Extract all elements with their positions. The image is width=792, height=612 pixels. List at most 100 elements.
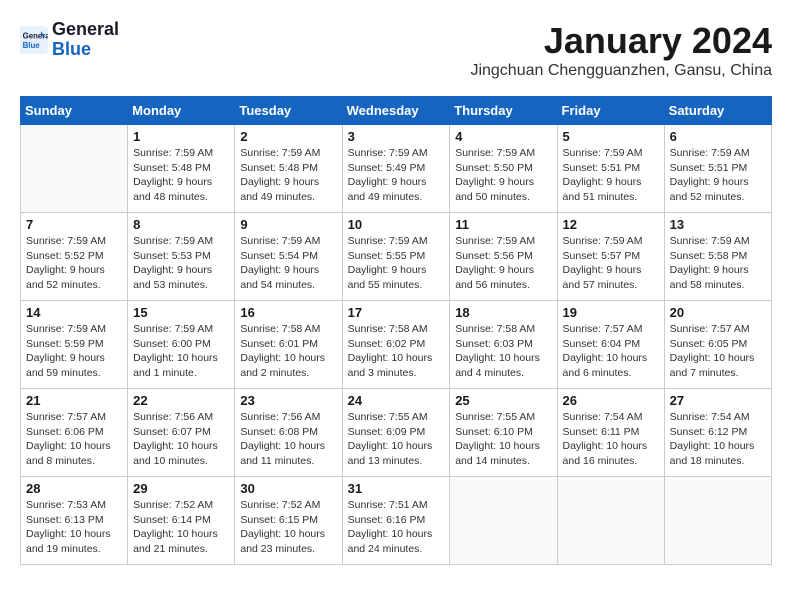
day-number: 25	[455, 393, 551, 408]
day-detail: Sunrise: 7:59 AMSunset: 5:59 PMDaylight:…	[26, 322, 122, 381]
week-row-3: 14 Sunrise: 7:59 AMSunset: 5:59 PMDayligh…	[21, 301, 772, 389]
day-detail: Sunrise: 7:59 AMSunset: 5:51 PMDaylight:…	[563, 146, 659, 205]
day-detail: Sunrise: 7:59 AMSunset: 6:00 PMDaylight:…	[133, 322, 229, 381]
day-number: 1	[133, 129, 229, 144]
calendar-cell: 30Sunrise: 7:52 AMSunset: 6:15 PMDayligh…	[235, 477, 342, 565]
day-detail: Sunrise: 7:59 AMSunset: 5:54 PMDaylight:…	[240, 234, 336, 293]
day-detail: Sunrise: 7:59 AMSunset: 5:53 PMDaylight:…	[133, 234, 229, 293]
day-number: 5	[563, 129, 659, 144]
calendar-cell: 20 Sunrise: 7:57 AMSunset: 6:05 PMDayligh…	[664, 301, 771, 389]
calendar-cell: 17Sunrise: 7:58 AMSunset: 6:02 PMDayligh…	[342, 301, 450, 389]
day-number: 23	[240, 393, 336, 408]
calendar-cell: 18Sunrise: 7:58 AMSunset: 6:03 PMDayligh…	[450, 301, 557, 389]
calendar-cell: 28 Sunrise: 7:53 AMSunset: 6:13 PMDayligh…	[21, 477, 128, 565]
day-number: 8	[133, 217, 229, 232]
logo: General Blue General Blue	[20, 20, 119, 60]
day-number: 3	[348, 129, 445, 144]
week-row-4: 21Sunrise: 7:57 AMSunset: 6:06 PMDayligh…	[21, 389, 772, 477]
weekday-header-row: SundayMondayTuesdayWednesdayThursdayFrid…	[21, 97, 772, 125]
week-row-5: 28 Sunrise: 7:53 AMSunset: 6:13 PMDayligh…	[21, 477, 772, 565]
day-detail: Sunrise: 7:54 AMSunset: 6:11 PMDaylight:…	[563, 410, 659, 469]
day-detail: Sunrise: 7:53 AMSunset: 6:13 PMDaylight:…	[26, 498, 122, 557]
calendar-cell: 31 Sunrise: 7:51 AMSunset: 6:16 PMDayligh…	[342, 477, 450, 565]
week-row-2: 7Sunrise: 7:59 AMSunset: 5:52 PMDaylight…	[21, 213, 772, 301]
day-detail: Sunrise: 7:56 AMSunset: 6:08 PMDaylight:…	[240, 410, 336, 469]
day-detail: Sunrise: 7:56 AMSunset: 6:07 PMDaylight:…	[133, 410, 229, 469]
calendar-cell: 10 Sunrise: 7:59 AMSunset: 5:55 PMDayligh…	[342, 213, 450, 301]
day-detail: Sunrise: 7:55 AMSunset: 6:09 PMDaylight:…	[348, 410, 445, 469]
calendar-cell: 14 Sunrise: 7:59 AMSunset: 5:59 PMDayligh…	[21, 301, 128, 389]
calendar-cell	[557, 477, 664, 565]
day-detail: Sunrise: 7:58 AMSunset: 6:01 PMDaylight:…	[240, 322, 336, 381]
day-number: 14	[26, 305, 122, 320]
day-number: 19	[563, 305, 659, 320]
day-detail: Sunrise: 7:59 AMSunset: 5:56 PMDaylight:…	[455, 234, 551, 293]
weekday-header-sunday: Sunday	[21, 97, 128, 125]
month-title: January 2024	[470, 20, 772, 62]
day-detail: Sunrise: 7:59 AMSunset: 5:48 PMDaylight:…	[133, 146, 229, 205]
logo-text: General Blue	[52, 20, 119, 60]
calendar-cell: 19 Sunrise: 7:57 AMSunset: 6:04 PMDayligh…	[557, 301, 664, 389]
calendar-cell: 6 Sunrise: 7:59 AMSunset: 5:51 PMDaylight…	[664, 125, 771, 213]
day-number: 26	[563, 393, 659, 408]
day-detail: Sunrise: 7:57 AMSunset: 6:05 PMDaylight:…	[670, 322, 766, 381]
calendar-cell: 23 Sunrise: 7:56 AMSunset: 6:08 PMDayligh…	[235, 389, 342, 477]
calendar-cell: 5 Sunrise: 7:59 AMSunset: 5:51 PMDaylight…	[557, 125, 664, 213]
location-title: Jingchuan Chengguanzhen, Gansu, China	[470, 62, 772, 80]
week-row-1: 1 Sunrise: 7:59 AMSunset: 5:48 PMDaylight…	[21, 125, 772, 213]
calendar-cell: 21Sunrise: 7:57 AMSunset: 6:06 PMDayligh…	[21, 389, 128, 477]
calendar-cell	[450, 477, 557, 565]
calendar-table: SundayMondayTuesdayWednesdayThursdayFrid…	[20, 96, 772, 565]
weekday-header-thursday: Thursday	[450, 97, 557, 125]
calendar-cell: 16 Sunrise: 7:58 AMSunset: 6:01 PMDayligh…	[235, 301, 342, 389]
calendar-cell: 24Sunrise: 7:55 AMSunset: 6:09 PMDayligh…	[342, 389, 450, 477]
day-detail: Sunrise: 7:54 AMSunset: 6:12 PMDaylight:…	[670, 410, 766, 469]
calendar-cell: 8 Sunrise: 7:59 AMSunset: 5:53 PMDaylight…	[128, 213, 235, 301]
calendar-cell: 1 Sunrise: 7:59 AMSunset: 5:48 PMDaylight…	[128, 125, 235, 213]
calendar-cell: 7Sunrise: 7:59 AMSunset: 5:52 PMDaylight…	[21, 213, 128, 301]
day-number: 22	[133, 393, 229, 408]
calendar-cell	[664, 477, 771, 565]
day-number: 17	[348, 305, 445, 320]
calendar-cell: 9 Sunrise: 7:59 AMSunset: 5:54 PMDaylight…	[235, 213, 342, 301]
day-number: 13	[670, 217, 766, 232]
day-detail: Sunrise: 7:51 AMSunset: 6:16 PMDaylight:…	[348, 498, 445, 557]
day-detail: Sunrise: 7:55 AMSunset: 6:10 PMDaylight:…	[455, 410, 551, 469]
day-number: 30	[240, 481, 336, 496]
day-number: 4	[455, 129, 551, 144]
day-number: 2	[240, 129, 336, 144]
day-detail: Sunrise: 7:59 AMSunset: 5:57 PMDaylight:…	[563, 234, 659, 293]
logo-icon: General Blue	[20, 26, 48, 54]
day-detail: Sunrise: 7:59 AMSunset: 5:50 PMDaylight:…	[455, 146, 551, 205]
svg-text:Blue: Blue	[23, 41, 41, 50]
calendar-cell: 11 Sunrise: 7:59 AMSunset: 5:56 PMDayligh…	[450, 213, 557, 301]
weekday-header-wednesday: Wednesday	[342, 97, 450, 125]
day-detail: Sunrise: 7:57 AMSunset: 6:04 PMDaylight:…	[563, 322, 659, 381]
day-detail: Sunrise: 7:59 AMSunset: 5:51 PMDaylight:…	[670, 146, 766, 205]
calendar-cell: 4 Sunrise: 7:59 AMSunset: 5:50 PMDaylight…	[450, 125, 557, 213]
calendar-cell	[21, 125, 128, 213]
calendar-cell: 27 Sunrise: 7:54 AMSunset: 6:12 PMDayligh…	[664, 389, 771, 477]
day-number: 16	[240, 305, 336, 320]
day-number: 27	[670, 393, 766, 408]
calendar-cell: 26 Sunrise: 7:54 AMSunset: 6:11 PMDayligh…	[557, 389, 664, 477]
day-number: 28	[26, 481, 122, 496]
day-detail: Sunrise: 7:59 AMSunset: 5:49 PMDaylight:…	[348, 146, 445, 205]
calendar-cell: 13Sunrise: 7:59 AMSunset: 5:58 PMDayligh…	[664, 213, 771, 301]
calendar-cell: 15 Sunrise: 7:59 AMSunset: 6:00 PMDayligh…	[128, 301, 235, 389]
day-number: 6	[670, 129, 766, 144]
day-number: 11	[455, 217, 551, 232]
day-detail: Sunrise: 7:59 AMSunset: 5:55 PMDaylight:…	[348, 234, 445, 293]
day-number: 10	[348, 217, 445, 232]
day-detail: Sunrise: 7:52 AMSunset: 6:14 PMDaylight:…	[133, 498, 229, 557]
day-detail: Sunrise: 7:59 AMSunset: 5:52 PMDaylight:…	[26, 234, 122, 293]
calendar-cell: 12Sunrise: 7:59 AMSunset: 5:57 PMDayligh…	[557, 213, 664, 301]
day-number: 15	[133, 305, 229, 320]
calendar-cell: 29Sunrise: 7:52 AMSunset: 6:14 PMDayligh…	[128, 477, 235, 565]
weekday-header-tuesday: Tuesday	[235, 97, 342, 125]
weekday-header-monday: Monday	[128, 97, 235, 125]
day-number: 9	[240, 217, 336, 232]
title-section: January 2024 Jingchuan Chengguanzhen, Ga…	[470, 20, 772, 88]
day-number: 20	[670, 305, 766, 320]
day-number: 31	[348, 481, 445, 496]
